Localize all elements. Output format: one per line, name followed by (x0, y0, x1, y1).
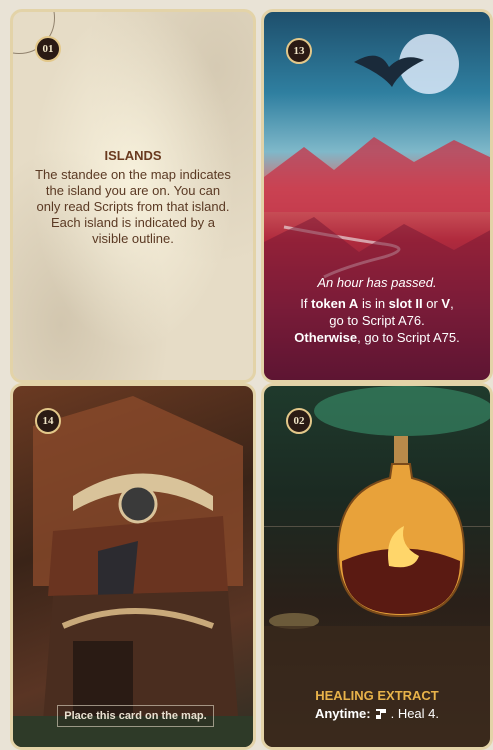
slot-label: slot II (388, 296, 423, 311)
card-dragon-valley[interactable]: 13 An hour has passed. If token A is in … (261, 9, 493, 383)
placement-note: Place this card on the map. (57, 705, 214, 727)
card-body: The standee on the map indicates the isl… (35, 167, 231, 246)
card-ability: Anytime: . Heal 4. (264, 706, 490, 721)
card-number-badge: 02 (286, 408, 312, 434)
card-number-badge: 01 (35, 36, 61, 62)
card-flavor-text: An hour has passed. (317, 275, 437, 290)
card-number-badge: 13 (286, 38, 312, 64)
slot-v-label: V (441, 296, 451, 311)
card-title: HEALING EXTRACT (315, 688, 439, 703)
token-label: token A (311, 296, 359, 311)
card-go-to-line: go to Script A76. (329, 313, 425, 328)
ability-effect: . Heal 4. (390, 706, 440, 721)
scroll-icon (374, 707, 388, 721)
ability-timing: Anytime: (314, 706, 371, 721)
house-illustration (13, 396, 253, 747)
card-healing-extract[interactable]: 02 HEALING EXTRACT Anytime: . Heal 4. (261, 383, 493, 750)
card-house[interactable]: 14 Place this card on the map. (10, 383, 256, 750)
card-number-badge: 14 (35, 408, 61, 434)
card-otherwise-line: Otherwise, go to Script A75. (294, 330, 460, 345)
card-title: ISLANDS (104, 148, 162, 163)
card-islands[interactable]: 01 ISLANDS The standee on the map indica… (10, 9, 256, 383)
card-condition-line: If token A is in slot II or V, (300, 296, 454, 311)
